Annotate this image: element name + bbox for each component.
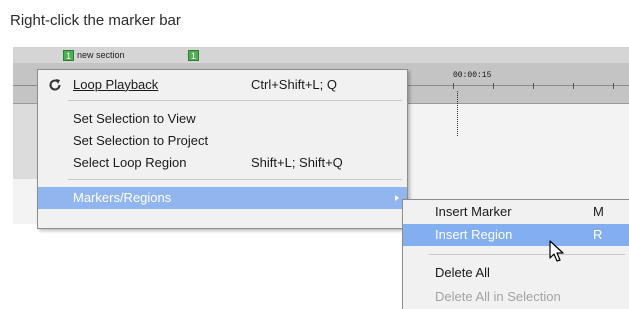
menu-item-label: Set Selection to Project <box>73 133 209 148</box>
menu-item-shortcut: R <box>593 227 603 242</box>
marker-2[interactable]: 1 <box>188 49 199 61</box>
ruler-tick <box>533 83 534 89</box>
menu-separator <box>68 179 402 180</box>
menu-separator <box>429 254 625 255</box>
menu-item-label: Delete All <box>435 265 490 280</box>
ruler-tick <box>493 83 494 89</box>
ruler-tick <box>613 83 614 89</box>
mouse-pointer-icon <box>549 240 564 262</box>
menu-item-delete-all-in-selection: Delete All in Selection <box>403 286 629 308</box>
menu-item-label: Insert Region <box>435 227 513 242</box>
edit-cursor-line <box>457 91 458 136</box>
marker-new-section[interactable]: 1 new section <box>63 49 125 61</box>
menu-item-shortcut: Shift+L; Shift+Q <box>251 155 343 170</box>
menu-item-label: Markers/Regions <box>73 190 172 205</box>
menu-item-delete-all[interactable]: Delete All <box>403 262 629 284</box>
submenu-arrow-icon <box>395 195 399 201</box>
menu-separator <box>68 100 402 101</box>
menu-item-insert-region[interactable]: Insert Region R <box>403 224 629 246</box>
marker-number: 1 <box>188 49 199 61</box>
ruler-tick <box>573 83 574 89</box>
menu-item-select-loop-region[interactable]: Select Loop Region Shift+L; Shift+Q <box>38 152 407 174</box>
menu-item-label: Loop Playback <box>73 77 159 92</box>
marker-number: 1 <box>63 49 74 61</box>
menu-item-set-selection-to-view[interactable]: Set Selection to View <box>38 108 407 130</box>
menu-item-loop-playback[interactable]: Loop Playback Ctrl+Shift+L; Q <box>38 74 407 96</box>
menu-item-label: Insert Marker <box>435 204 512 219</box>
menu-item-insert-marker[interactable]: Insert Marker M <box>403 201 629 223</box>
menu-item-label: Set Selection to View <box>73 111 196 126</box>
markers-regions-submenu: Insert Marker M Insert Region R Delete A… <box>402 199 629 309</box>
loop-icon <box>49 79 61 91</box>
menu-item-shortcut: M <box>593 204 604 219</box>
menu-item-shortcut: Ctrl+Shift+L; Q <box>251 77 337 92</box>
menu-item-label: Select Loop Region <box>73 155 187 170</box>
menu-item-label: Delete All in Selection <box>435 289 561 304</box>
menu-item-markers-regions[interactable]: Markers/Regions <box>38 187 407 209</box>
ruler-tick <box>453 83 454 89</box>
ruler-timecode: 00:00:15 <box>453 71 492 80</box>
marker-bar[interactable]: 1 new section 1 <box>13 47 629 63</box>
caption: Right-click the marker bar <box>10 12 181 29</box>
context-menu: Loop Playback Ctrl+Shift+L; Q Set Select… <box>37 69 408 229</box>
marker-label: new section <box>77 50 125 60</box>
menu-item-set-selection-to-project[interactable]: Set Selection to Project <box>38 130 407 152</box>
timeline-screenshot: 1 new section 1 00:00:15 Loop Playback C… <box>13 47 629 309</box>
